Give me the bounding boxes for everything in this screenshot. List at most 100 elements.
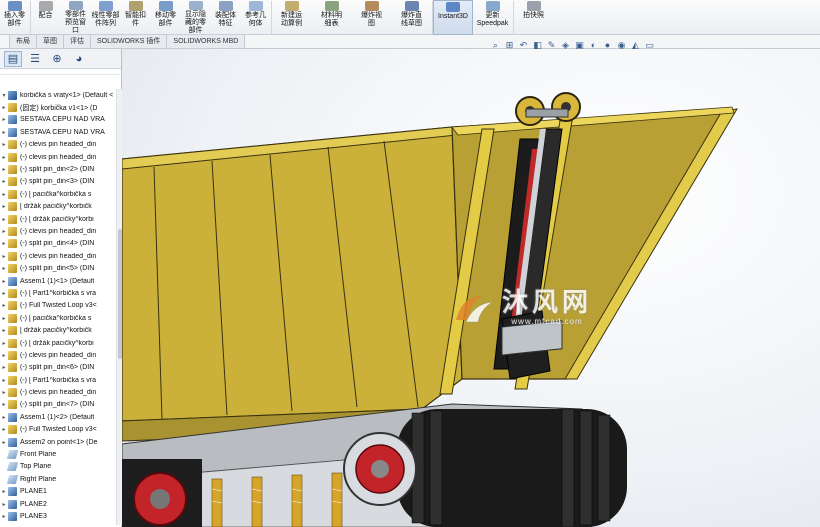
tree-item[interactable]: ▸ PLANE1 <box>0 486 116 498</box>
tree-item[interactable]: ▸ (-) clevis pin headed_din <box>0 386 116 398</box>
tree-item[interactable]: ▸ Assem1 (1)<1> (Default <box>0 275 116 287</box>
tree-item[interactable]: ▸ (-) clevis pin headed_din <box>0 225 116 237</box>
expand-arrow-icon[interactable]: ▸ <box>0 315 8 322</box>
insert-components-button[interactable]: 插入零 部件 <box>0 0 30 35</box>
configurationmanager-icon[interactable]: ⊕ <box>48 51 66 67</box>
graphics-viewport[interactable]: 沐风网 www.mfcad.com <box>122 49 820 527</box>
take-snapshot-button[interactable]: 拍快照 <box>514 0 554 35</box>
edit-appearance-icon[interactable]: ● <box>602 40 613 50</box>
tree-item[interactable]: ▸ (-) split pin_din<2> (DIN <box>0 163 116 175</box>
tab-0[interactable]: 布局 <box>10 35 37 48</box>
zoom-area-icon[interactable]: ⊞ <box>504 40 515 50</box>
expand-arrow-icon[interactable]: ▸ <box>0 352 8 359</box>
tab-collapse[interactable] <box>0 35 10 48</box>
expand-arrow-icon[interactable]: ▸ <box>0 340 8 347</box>
tree-item[interactable]: ▸ (-) [ Part1^korbička s vra <box>0 287 116 299</box>
view-settings-icon[interactable]: ◭ <box>630 40 641 50</box>
tree-item[interactable]: ▸ SESTAVA ČEPU NAD VRA <box>0 114 116 126</box>
expand-arrow-icon[interactable]: ▸ <box>0 401 8 408</box>
expand-arrow-icon[interactable]: ▸ <box>0 302 8 309</box>
expand-arrow-icon[interactable]: ▸ <box>0 141 8 148</box>
tab-1[interactable]: 草图 <box>37 35 64 48</box>
expand-arrow-icon[interactable]: ▸ <box>0 426 8 433</box>
expand-arrow-icon[interactable]: ▸ <box>0 513 8 520</box>
tree-item[interactable]: ▸ Assem1 (1)<2> (Default <box>0 411 116 423</box>
new-motion-study-button[interactable]: 新建运 动算例 <box>272 0 312 35</box>
tree-item[interactable]: ▸ (-) clevis pin headed_din <box>0 349 116 361</box>
mate-button[interactable]: 配合 <box>31 0 61 35</box>
tree-item[interactable]: ▸ PLANE3 <box>0 510 116 522</box>
tree-item[interactable]: ▸ (-) split pin_din<7> (DIN <box>0 399 116 411</box>
tree-item[interactable]: ▸ (-) clevis pin headed_din <box>0 250 116 262</box>
tree-item[interactable]: ▸ (-) split pin_din<4> (DIN <box>0 238 116 250</box>
monitor-icon[interactable]: ▭ <box>644 40 655 50</box>
instant3d-button[interactable]: Instant3D <box>433 0 473 35</box>
expand-arrow-icon[interactable]: ▸ <box>0 290 8 297</box>
tree-item[interactable]: ▸ (-) clevis pin headed_din <box>0 139 116 151</box>
tree-item[interactable]: ▸ (-) split pin_din<5> (DIN <box>0 262 116 274</box>
tree-item[interactable]: ▸ (-) clevis pin headed_din <box>0 151 116 163</box>
tree-item[interactable]: Front Plane <box>0 448 116 460</box>
scene-icon[interactable]: ◉ <box>616 40 627 50</box>
tab-3[interactable]: SOLIDWORKS 插件 <box>91 35 168 48</box>
tree-item[interactable]: ▸ (-) Full Twisted Loop v3< <box>0 424 116 436</box>
dynamic-annotation-icon[interactable]: ✎ <box>546 40 557 50</box>
zoom-fit-icon[interactable]: ⌕ <box>490 40 501 50</box>
expand-arrow-icon[interactable]: ▸ <box>0 104 8 111</box>
expand-arrow-icon[interactable]: ▸ <box>0 191 8 198</box>
display-style-icon[interactable]: ▣ <box>574 40 585 50</box>
tree-item[interactable]: Top Plane <box>0 461 116 473</box>
expand-arrow-icon[interactable]: ▸ <box>0 129 8 136</box>
tree-item[interactable]: ▸ (-) split pin_din<3> (DIN <box>0 176 116 188</box>
expand-arrow-icon[interactable]: ▸ <box>0 253 8 260</box>
expand-arrow-icon[interactable]: ▸ <box>0 203 8 210</box>
move-component-button[interactable]: 移动零 部件 <box>151 0 181 35</box>
tree-item[interactable]: ▸ [ držák pacičky^korbičk <box>0 324 116 336</box>
expand-arrow-icon[interactable]: ▸ <box>0 389 8 396</box>
expand-arrow-icon[interactable]: ▸ <box>0 178 8 185</box>
expand-arrow-icon[interactable]: ▸ <box>0 414 8 421</box>
explode-line-sketch-button[interactable]: 爆炸直 线草图 <box>392 0 432 35</box>
section-view-icon[interactable]: ◧ <box>532 40 543 50</box>
tab-4[interactable]: SOLIDWORKS MBD <box>167 35 246 48</box>
expand-arrow-icon[interactable]: ▸ <box>0 501 8 508</box>
expand-arrow-icon[interactable]: ▸ <box>0 154 8 161</box>
linear-pattern-button[interactable]: 线性零部 件阵列 <box>91 0 121 35</box>
tree-item[interactable]: ▸ (-) Full Twisted Loop v3< <box>0 300 116 312</box>
view-orientation-icon[interactable]: ◈ <box>560 40 571 50</box>
tree-item[interactable]: ▸ Assem2 on point<1> (De <box>0 436 116 448</box>
tree-item[interactable]: ▸ (-) split pin_din<6> (DIN <box>0 362 116 374</box>
previous-view-icon[interactable]: ↶ <box>518 40 529 50</box>
tree-item[interactable]: ▸ (-) [ držák pacičky^korbi <box>0 337 116 349</box>
expand-arrow-icon[interactable]: ▸ <box>0 265 8 272</box>
expand-arrow-icon[interactable]: ▸ <box>0 228 8 235</box>
tree-item[interactable]: ▸ PLANE2 <box>0 498 116 510</box>
tree-item[interactable]: ▸ (-) [ pacička^korbička s <box>0 188 116 200</box>
expand-arrow-icon[interactable]: ▸ <box>0 377 8 384</box>
expand-arrow-icon[interactable]: ▸ <box>0 216 8 223</box>
tree-item[interactable]: ▸ (-) [ Part1^korbička s vra <box>0 374 116 386</box>
expand-arrow-icon[interactable]: ▸ <box>0 240 8 247</box>
tab-2[interactable]: 评估 <box>64 35 91 48</box>
hide-show-icon[interactable]: ◐ <box>588 40 599 50</box>
tree-item[interactable]: ▸ [ držák pacičky^korbičk <box>0 201 116 213</box>
expand-arrow-icon[interactable]: ▸ <box>0 166 8 173</box>
tree-item[interactable]: ▸ (-) [ pacička^korbička s <box>0 312 116 324</box>
tree-item[interactable]: Right Plane <box>0 473 116 485</box>
expand-arrow-icon[interactable]: ▸ <box>0 488 8 495</box>
update-speedpak-button[interactable]: 更新 Speedpak <box>473 0 513 35</box>
tree-root[interactable]: ▾ korbička s vraty<1> (Default < <box>0 89 116 101</box>
expand-arrow-icon[interactable]: ▸ <box>0 278 8 285</box>
expand-arrow-icon[interactable]: ▸ <box>0 439 8 446</box>
component-preview-button[interactable]: 零部件 预览窗 口 <box>61 0 91 35</box>
tree-item[interactable]: ▸ SESTAVA ČEPU NAD VRA <box>0 126 116 138</box>
assembly-features-button[interactable]: 装配体 特征 <box>211 0 241 35</box>
tree-item[interactable]: ▸ (固定) korbička v1<1> (D <box>0 101 116 113</box>
expand-arrow-icon[interactable]: ▸ <box>0 116 8 123</box>
bill-of-materials-button[interactable]: 材料明 细表 <box>312 0 352 35</box>
featuremanager-icon[interactable]: ▤ <box>4 50 22 67</box>
propertymanager-icon[interactable]: ☰ <box>26 51 44 67</box>
tree-item[interactable]: ▸ (-) [ držák pacičky^korbi <box>0 213 116 225</box>
show-hidden-button[interactable]: 显示隐 藏的零 部件 <box>181 0 211 35</box>
exploded-view-button[interactable]: 爆炸视 图 <box>352 0 392 35</box>
